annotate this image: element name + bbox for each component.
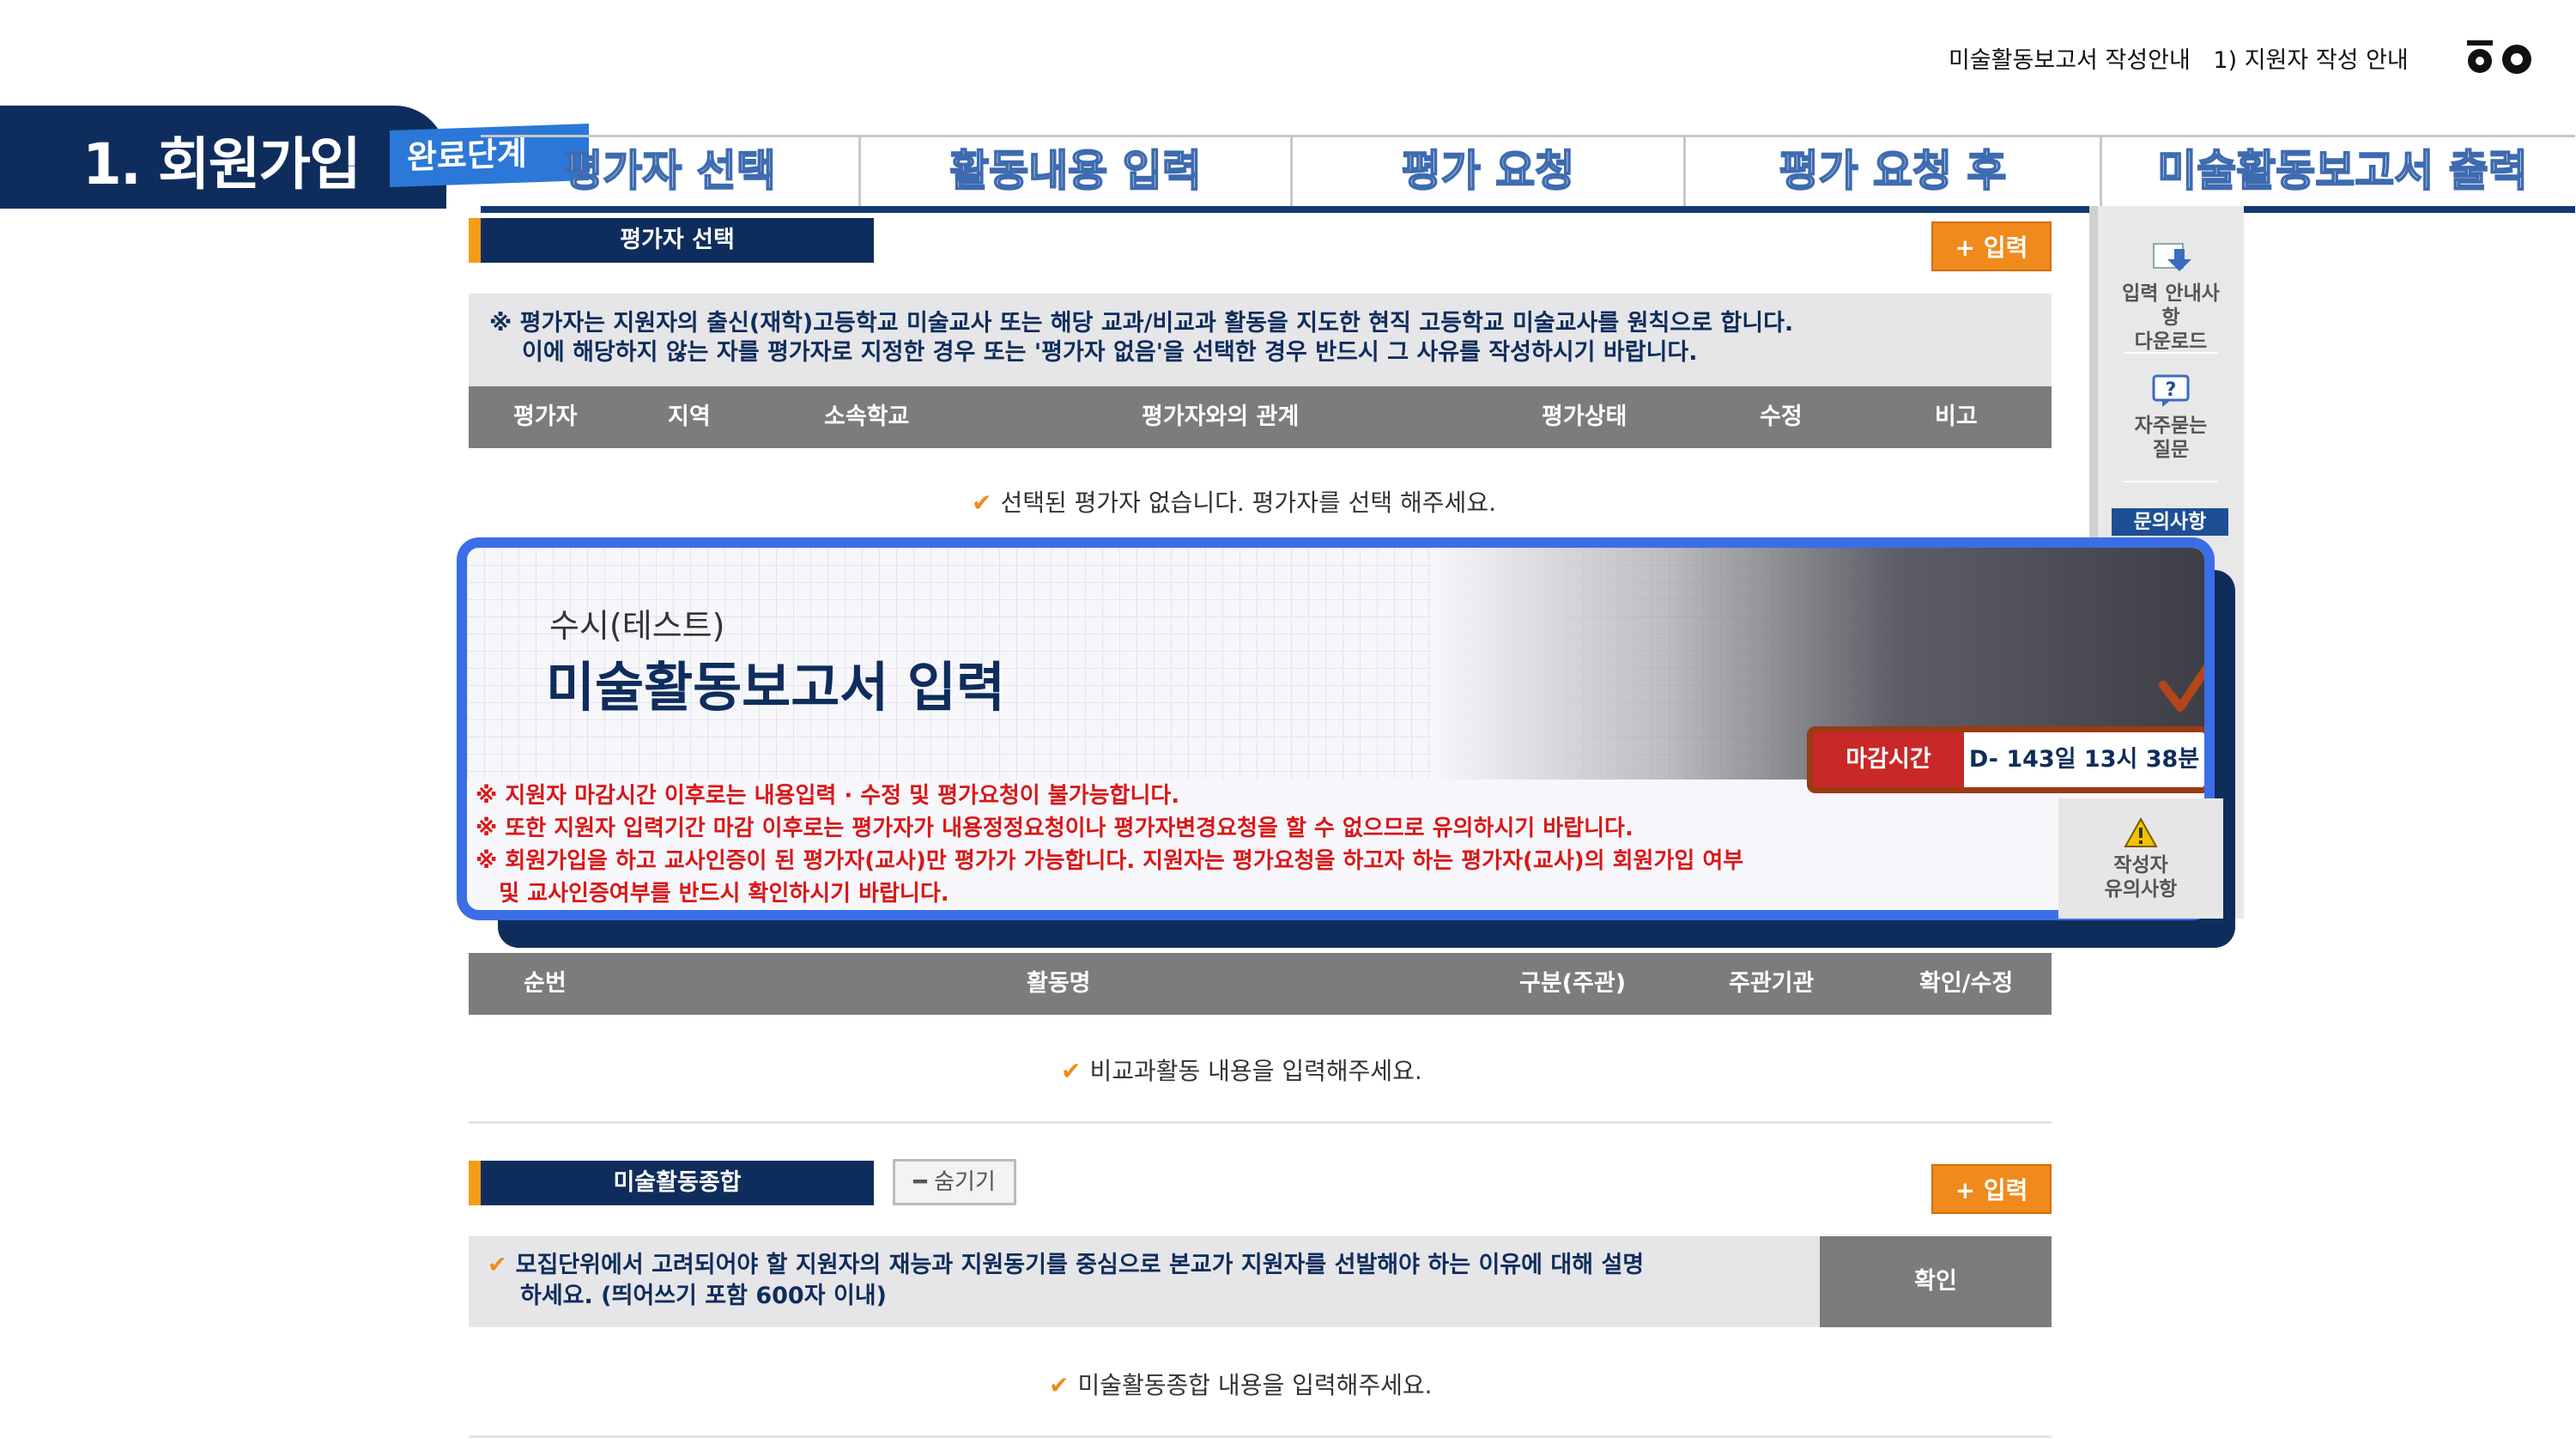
summary-question-row: ✔ 모집단위에서 고려되어야 할 지원자의 재능과 지원동기를 중심으로 본교가 … — [469, 1236, 2052, 1327]
faq-label: 질문 — [2152, 439, 2190, 461]
evaluator-notice: ※ 평가자는 지원자의 출신(재학)고등학교 미술교사 또는 해당 교과/비교과… — [469, 294, 2052, 386]
column-header: 비고 — [1935, 403, 1978, 430]
empty-text: 선택된 평가자 없습니다. 평가자를 선택 해주세요. — [1000, 488, 1496, 517]
breadcrumb: 미술활동보고서 작성안내 1) 지원자 작성 안내 — [1949, 41, 2424, 75]
popup-note: ※ 회원가입을 하고 교사인증이 된 평가자(교사)만 평가가 가능합니다. 지… — [476, 848, 1744, 874]
checkmark-icon — [2159, 664, 2204, 712]
warn-label: 작성자 — [2113, 854, 2168, 877]
popup-note: 및 교사인증여부를 반드시 확인하시기 바랍니다. — [476, 881, 949, 907]
column-header: 순번 — [524, 970, 567, 997]
question-text: 모집단위에서 고려되어야 할 지원자의 재능과 지원동기를 중심으로 본교가 지… — [515, 1252, 1645, 1278]
notice-line: 이에 해당하지 않는 자를 평가자로 지정한 경우 또는 '평가자 없음'을 선… — [522, 339, 1698, 366]
step-tabs: 평가자 선택 활동내용 입력 평가 요청 평가 요청 후 미술활동보고서 출력 — [481, 135, 2575, 213]
tab-report-print[interactable]: 미술활동보고서 출력 — [2102, 137, 2576, 206]
evaluator-empty-message: ✔ 선택된 평가자 없습니다. 평가자를 선택 해주세요. — [972, 484, 1496, 519]
check-icon: ✔ — [972, 488, 992, 517]
notice-line: ※ 평가자는 지원자의 출신(재학)고등학교 미술교사 또는 해당 교과/비교과… — [489, 310, 1794, 337]
breadcrumb-item: 1) 지원자 작성 안내 — [2213, 47, 2409, 74]
deadline-box: 마감시간 D- 143일 13시 38분 — [1807, 726, 2204, 793]
hide-button[interactable]: ━ 숨기기 — [893, 1159, 1016, 1205]
check-icon: ✔ — [1061, 1057, 1082, 1085]
qa-button[interactable]: 문의사항 — [2112, 508, 2228, 536]
deadline-popup: 수시(테스트) 미술활동보고서 입력 마감시간 D- 143일 13시 38분 … — [457, 537, 2215, 920]
download-label: 입력 안내사항 — [2122, 282, 2220, 329]
divider — [469, 1435, 2052, 1438]
download-label: 다운로드 — [2134, 331, 2208, 353]
tab-after-request[interactable]: 평가 요청 후 — [1686, 137, 2102, 206]
confirm-button[interactable]: 확인 — [1820, 1236, 2052, 1327]
column-header: 소속학교 — [824, 403, 910, 430]
check-icon: ✔ — [488, 1252, 507, 1278]
popup-notes: ※ 지원자 마감시간 이후로는 내용입력 · 수정 및 평가요청이 불가능합니다… — [476, 780, 1743, 910]
evaluator-add-button[interactable]: + 입력 — [1931, 221, 2052, 271]
column-header: 지역 — [668, 403, 711, 430]
column-header: 수정 — [1760, 403, 1803, 430]
evaluator-table-header: 평가자 지역 소속학교 평가자와의 관계 평가상태 수정 비고 — [469, 386, 2052, 448]
divider — [469, 1121, 2052, 1124]
warn-label: 유의사항 — [2104, 878, 2178, 901]
summary-add-button[interactable]: + 입력 — [1931, 1164, 2052, 1214]
popup-note: ※ 지원자 마감시간 이후로는 내용입력 · 수정 및 평가요청이 불가능합니다… — [476, 783, 1180, 809]
question-icon: ? — [2152, 374, 2190, 407]
activity-empty-message: ✔ 비교과활동 내용을 입력해주세요. — [1061, 1053, 1422, 1087]
brand-logo-icon — [2467, 40, 2531, 74]
breadcrumb-item: 미술활동보고서 작성안내 — [1949, 47, 2191, 74]
summary-section-header: 미술활동종합 — [469, 1161, 874, 1205]
question-text: 하세요. (띄어쓰기 포함 600자 이내) — [520, 1283, 887, 1309]
column-header: 활동명 — [1027, 970, 1091, 997]
download-icon — [2153, 243, 2191, 271]
check-icon: ✔ — [1049, 1371, 1070, 1399]
column-header: 평가자와의 관계 — [1142, 403, 1300, 430]
tab-activity-input[interactable]: 활동내용 입력 — [861, 137, 1293, 206]
empty-text: 미술활동종합 내용을 입력해주세요. — [1077, 1371, 1433, 1399]
faq-label: 자주묻는 — [2134, 415, 2208, 437]
hide-label: 숨기기 — [934, 1169, 996, 1195]
add-button-label: 입력 — [1983, 1176, 2028, 1204]
activity-table-header: 순번 활동명 구분(주관) 주관기관 확인/수정 — [469, 953, 2052, 1015]
column-header: 주관기관 — [1729, 970, 1815, 997]
tab-evaluator-select[interactable]: 평가자 선택 — [481, 137, 861, 206]
deadline-value: D- 143일 13시 38분 — [1968, 746, 2200, 773]
deadline-label: 마감시간 — [1813, 732, 1964, 787]
summary-empty-message: ✔ 미술활동종합 내용을 입력해주세요. — [1049, 1367, 1433, 1401]
empty-text: 비교과활동 내용을 입력해주세요. — [1089, 1057, 1422, 1085]
section-title: 1. 회원가입 — [82, 131, 361, 197]
column-header: 확인/수정 — [1919, 970, 2014, 997]
summary-question: ✔ 모집단위에서 고려되어야 할 지원자의 재능과 지원동기를 중심으로 본교가 … — [488, 1250, 1801, 1312]
popup-subtitle: 수시(테스트) — [549, 607, 725, 645]
popup-title: 미술활동보고서 입력 — [546, 656, 1005, 719]
popup-note: ※ 또한 지원자 입력기간 마감 이후로는 평가자가 내용정정요청이나 평가자변… — [476, 816, 1633, 841]
svg-text:?: ? — [2166, 379, 2177, 401]
minus-icon: ━ — [913, 1169, 935, 1195]
evaluator-section-header: 평가자 선택 — [469, 218, 874, 263]
plus-icon: + — [1955, 234, 1984, 262]
download-guide-button[interactable]: 입력 안내사항 다운로드 — [2115, 240, 2227, 354]
column-header: 구분(주관) — [1519, 970, 1627, 997]
tab-evaluation-request[interactable]: 평가 요청 — [1293, 137, 1686, 206]
column-header: 평가자 — [513, 403, 578, 430]
column-header: 평가상태 — [1542, 403, 1627, 430]
faq-button[interactable]: ? 자주묻는 질문 — [2115, 374, 2227, 462]
plus-icon: + — [1955, 1176, 1984, 1204]
add-button-label: 입력 — [1983, 234, 2028, 262]
writer-caution-button[interactable]: 작성자 유의사항 — [2058, 798, 2223, 919]
warning-icon — [2124, 817, 2158, 847]
